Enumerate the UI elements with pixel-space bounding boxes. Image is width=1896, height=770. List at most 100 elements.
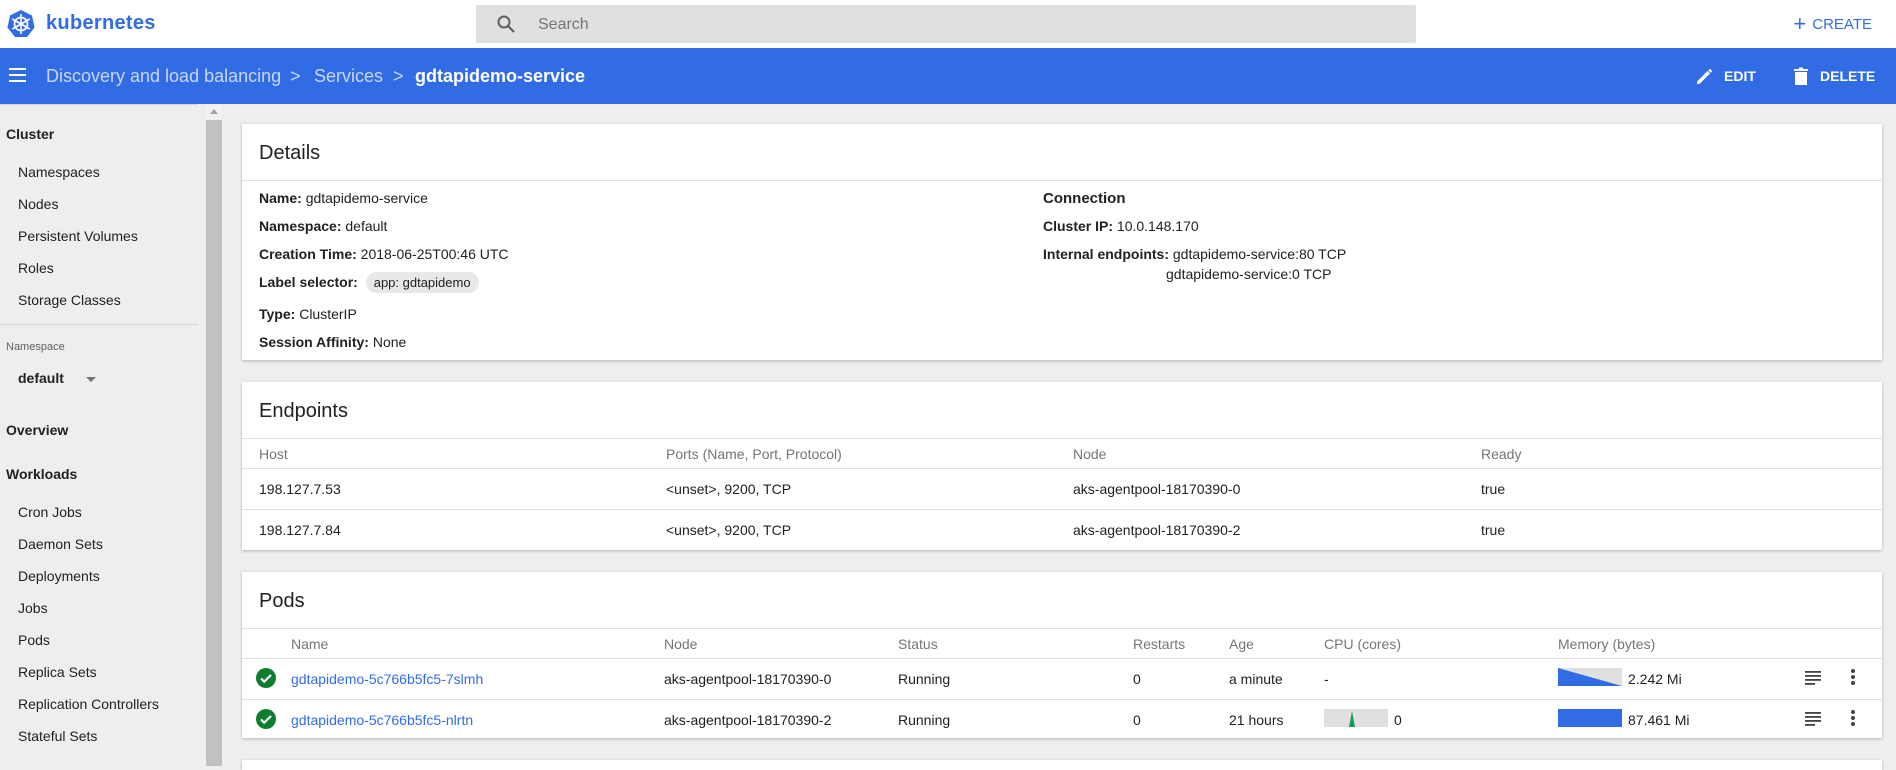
- sidebar-divider: [0, 324, 198, 325]
- brand-name[interactable]: kubernetes: [46, 12, 156, 35]
- sidebar-item-cron-jobs[interactable]: Cron Jobs: [18, 504, 82, 520]
- col-restarts: Restarts: [1133, 636, 1186, 652]
- sidebar-heading-workloads[interactable]: Workloads: [6, 466, 77, 482]
- sidebar-item-storage-classes[interactable]: Storage Classes: [18, 292, 121, 308]
- pod-cpu: 0: [1394, 712, 1402, 728]
- endpoint-host: 198.127.7.84: [259, 522, 341, 538]
- pod-name-link[interactable]: gdtapidemo-5c766b5fc5-7slmh: [291, 671, 483, 687]
- pods-title: Pods: [259, 590, 305, 612]
- trash-icon: [1794, 67, 1808, 85]
- breadcrumb-separator: >: [290, 66, 301, 86]
- hamburger-menu-icon[interactable]: [8, 65, 28, 85]
- card-divider: [242, 180, 1882, 181]
- detail-creation-value: 2018-06-25T00:46 UTC: [360, 246, 509, 262]
- sidebar-item-roles[interactable]: Roles: [18, 260, 54, 276]
- col-node: Node: [664, 636, 698, 652]
- check-circle-icon: [256, 709, 276, 729]
- logs-icon[interactable]: [1802, 707, 1824, 729]
- pod-node: aks-agentpool-18170390-2: [664, 712, 832, 728]
- endpoint-node: aks-agentpool-18170390-0: [1073, 481, 1241, 497]
- pod-node: aks-agentpool-18170390-0: [664, 671, 832, 687]
- plus-icon: +: [1793, 11, 1807, 36]
- label-chip: app: gdtapidemo: [365, 272, 479, 293]
- cluster-ip-value: 10.0.148.170: [1116, 218, 1199, 234]
- sidebar-item-jobs[interactable]: Jobs: [18, 600, 48, 616]
- detail-name-label: Name:: [259, 190, 302, 206]
- detail-name: Name: gdtapidemo-service: [259, 190, 428, 206]
- col-name: Name: [291, 636, 329, 652]
- sidebar-item-namespaces[interactable]: Namespaces: [18, 164, 100, 180]
- caret-down-icon: [86, 377, 96, 382]
- endpoint-node: aks-agentpool-18170390-2: [1073, 522, 1241, 538]
- scroll-up-arrow-icon[interactable]: [206, 104, 222, 120]
- detail-type: Type: ClusterIP: [259, 306, 357, 322]
- detail-label-selector: Label selector: app: gdtapidemo: [259, 272, 479, 293]
- detail-name-value: gdtapidemo-service: [305, 190, 428, 206]
- more-vert-icon[interactable]: [1842, 707, 1864, 729]
- logs-icon[interactable]: [1802, 666, 1824, 688]
- row-divider: [242, 468, 1882, 469]
- endpoints-title: Endpoints: [259, 400, 348, 422]
- row-divider: [242, 699, 1882, 700]
- connection-heading: Connection: [1043, 190, 1126, 207]
- pod-memory: 2.242 Mi: [1628, 671, 1682, 687]
- delete-button[interactable]: DELETE: [1790, 65, 1875, 87]
- endpoint-ready: true: [1481, 481, 1506, 497]
- endpoint-host: 198.127.7.53: [259, 481, 341, 497]
- breadcrumb-discovery[interactable]: Discovery and load balancing: [46, 66, 281, 87]
- detail-affinity-label: Session Affinity:: [259, 334, 369, 350]
- internal-endpoint-2: gdtapidemo-service:0 TCP: [1166, 266, 1332, 282]
- endpoints-card: Endpoints Host Ports (Name, Port, Protoc…: [242, 382, 1882, 550]
- endpoint-ports: <unset>, 9200, TCP: [666, 481, 792, 497]
- sidebar-item-daemon-sets[interactable]: Daemon Sets: [18, 536, 103, 552]
- detail-affinity-value: None: [372, 334, 407, 350]
- sidebar-item-stateful-sets[interactable]: Stateful Sets: [18, 728, 97, 744]
- pod-restarts: 0: [1133, 671, 1141, 687]
- pod-status: Running: [898, 671, 951, 687]
- detail-creation-label: Creation Time:: [259, 246, 357, 262]
- cpu-sparkline: [1324, 709, 1388, 727]
- internal-endpoint-1: gdtapidemo-service:80 TCP: [1172, 246, 1347, 262]
- sidebar-heading-cluster[interactable]: Cluster: [6, 126, 54, 142]
- pod-age: a minute: [1229, 671, 1283, 687]
- breadcrumb-bar: Discovery and load balancing > Services …: [0, 48, 1896, 104]
- memory-sparkline: [1558, 668, 1622, 686]
- card-divider: [242, 628, 1882, 629]
- pod-cpu: -: [1324, 671, 1329, 687]
- pencil-icon: [1697, 69, 1712, 84]
- details-title: Details: [259, 142, 321, 164]
- col-status: Status: [898, 636, 938, 652]
- sidebar-item-overview[interactable]: Overview: [6, 422, 68, 438]
- create-button[interactable]: + CREATE: [1793, 12, 1872, 36]
- namespace-value: default: [18, 370, 64, 386]
- detail-type-label: Type:: [259, 306, 296, 322]
- more-vert-icon[interactable]: [1842, 666, 1864, 688]
- sidebar-item-persistent-volumes[interactable]: Persistent Volumes: [18, 228, 138, 244]
- endpoint-ready: true: [1481, 522, 1506, 538]
- namespace-label: Namespace: [6, 341, 65, 353]
- detail-cluster-ip: Cluster IP: 10.0.148.170: [1043, 218, 1199, 234]
- edit-button[interactable]: EDIT: [1694, 65, 1756, 87]
- sidebar-item-replication-controllers[interactable]: Replication Controllers: [18, 696, 159, 712]
- detail-selector-label: Label selector:: [259, 274, 358, 290]
- card-divider: [242, 438, 1882, 439]
- endpoint-ports: <unset>, 9200, TCP: [666, 522, 792, 538]
- sidebar-item-pods[interactable]: Pods: [18, 632, 50, 648]
- breadcrumb-separator: >: [393, 66, 404, 86]
- cluster-ip-label: Cluster IP:: [1043, 218, 1114, 234]
- search-input[interactable]: [536, 5, 1400, 45]
- memory-sparkline: [1558, 709, 1622, 727]
- sidebar-scrollbar[interactable]: [206, 104, 222, 766]
- sidebar-item-deployments[interactable]: Deployments: [18, 568, 100, 584]
- pod-age: 21 hours: [1229, 712, 1284, 728]
- detail-namespace-label: Namespace:: [259, 218, 342, 234]
- search-bar: [476, 5, 1416, 45]
- namespace-select[interactable]: default: [18, 370, 98, 392]
- sidebar-item-nodes[interactable]: Nodes: [18, 196, 58, 212]
- breadcrumb-services[interactable]: Services: [314, 66, 383, 87]
- kubernetes-logo-icon[interactable]: [6, 9, 36, 39]
- detail-session-affinity: Session Affinity: None: [259, 334, 406, 350]
- sidebar-item-replica-sets[interactable]: Replica Sets: [18, 664, 97, 680]
- pod-name-link[interactable]: gdtapidemo-5c766b5fc5-nlrtn: [291, 712, 473, 728]
- next-card-edge: [242, 760, 1882, 770]
